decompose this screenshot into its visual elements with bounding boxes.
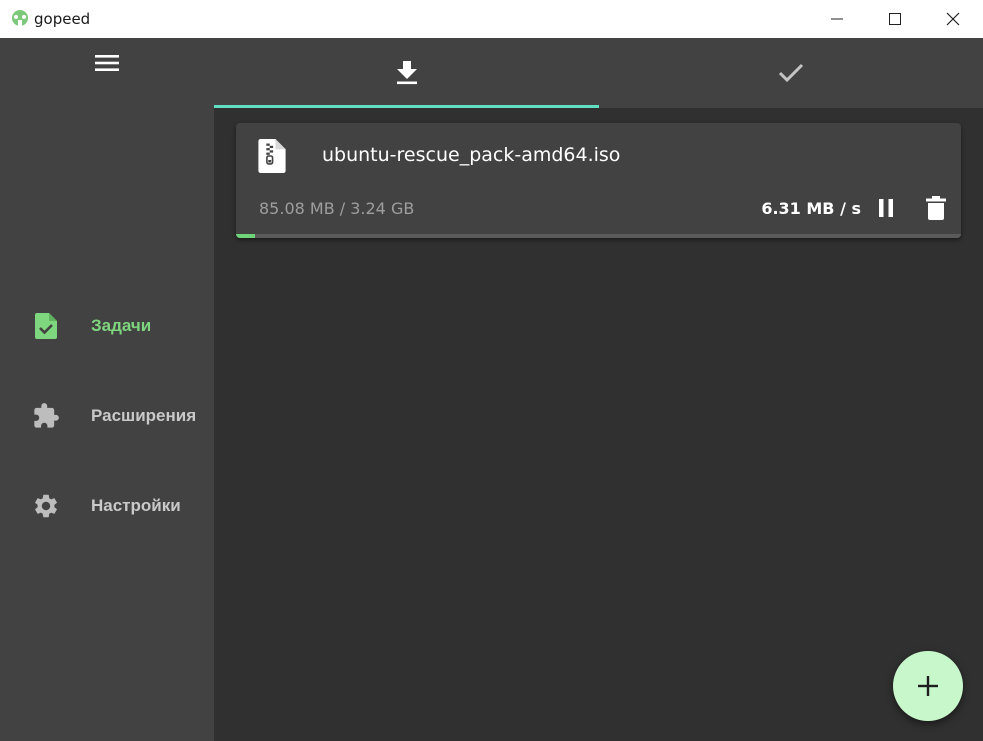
task-size: 85.08 MB / 3.24 GB bbox=[259, 199, 415, 218]
menu-button[interactable] bbox=[89, 48, 125, 78]
sidebar-item-label: Расширения bbox=[91, 406, 197, 425]
plus-icon bbox=[918, 676, 938, 696]
zip-file-icon bbox=[258, 139, 286, 173]
file-check-icon bbox=[32, 312, 60, 340]
sidebar-item-settings[interactable]: Настройки bbox=[0, 478, 214, 534]
hamburger-icon bbox=[95, 55, 119, 71]
sidebar-item-label: Настройки bbox=[91, 496, 181, 515]
gear-icon bbox=[32, 492, 60, 520]
task-card[interactable]: ubuntu-rescue_pack-amd64.iso 85.08 MB / … bbox=[236, 123, 961, 238]
sidebar-item-label: Задачи bbox=[91, 316, 152, 335]
pause-button[interactable] bbox=[874, 195, 898, 221]
puzzle-icon bbox=[32, 402, 60, 430]
close-icon bbox=[946, 12, 960, 26]
minimize-button[interactable] bbox=[808, 0, 866, 38]
sidebar-item-extensions[interactable]: Расширения bbox=[0, 388, 214, 444]
download-icon bbox=[396, 61, 417, 85]
task-speed: 6.31 MB / s bbox=[761, 199, 861, 218]
delete-button[interactable] bbox=[924, 195, 948, 221]
sidebar: Задачи Расширения Настройки bbox=[0, 38, 214, 741]
progress-fill bbox=[236, 234, 255, 238]
progress-bar bbox=[236, 234, 961, 238]
close-button[interactable] bbox=[924, 0, 982, 38]
tab-downloading[interactable] bbox=[214, 38, 599, 108]
tab-bar bbox=[214, 38, 983, 108]
app-logo-icon bbox=[12, 10, 28, 27]
app-title: gopeed bbox=[34, 10, 91, 28]
minimize-icon bbox=[831, 18, 843, 20]
sidebar-item-tasks[interactable]: Задачи bbox=[0, 298, 214, 354]
check-icon bbox=[778, 63, 804, 83]
tab-indicator bbox=[214, 105, 599, 108]
title-bar: gopeed bbox=[0, 0, 983, 38]
maximize-button[interactable] bbox=[866, 0, 924, 38]
tab-completed[interactable] bbox=[599, 38, 983, 108]
task-file-name: ubuntu-rescue_pack-amd64.iso bbox=[322, 144, 621, 166]
pause-icon bbox=[879, 199, 893, 217]
app-window: gopeed Задачи Расширения Настройки ubunt… bbox=[0, 0, 983, 741]
add-task-button[interactable] bbox=[893, 651, 963, 721]
main-content: ubuntu-rescue_pack-amd64.iso 85.08 MB / … bbox=[214, 38, 983, 741]
maximize-icon bbox=[889, 13, 901, 25]
delete-icon bbox=[926, 196, 946, 220]
